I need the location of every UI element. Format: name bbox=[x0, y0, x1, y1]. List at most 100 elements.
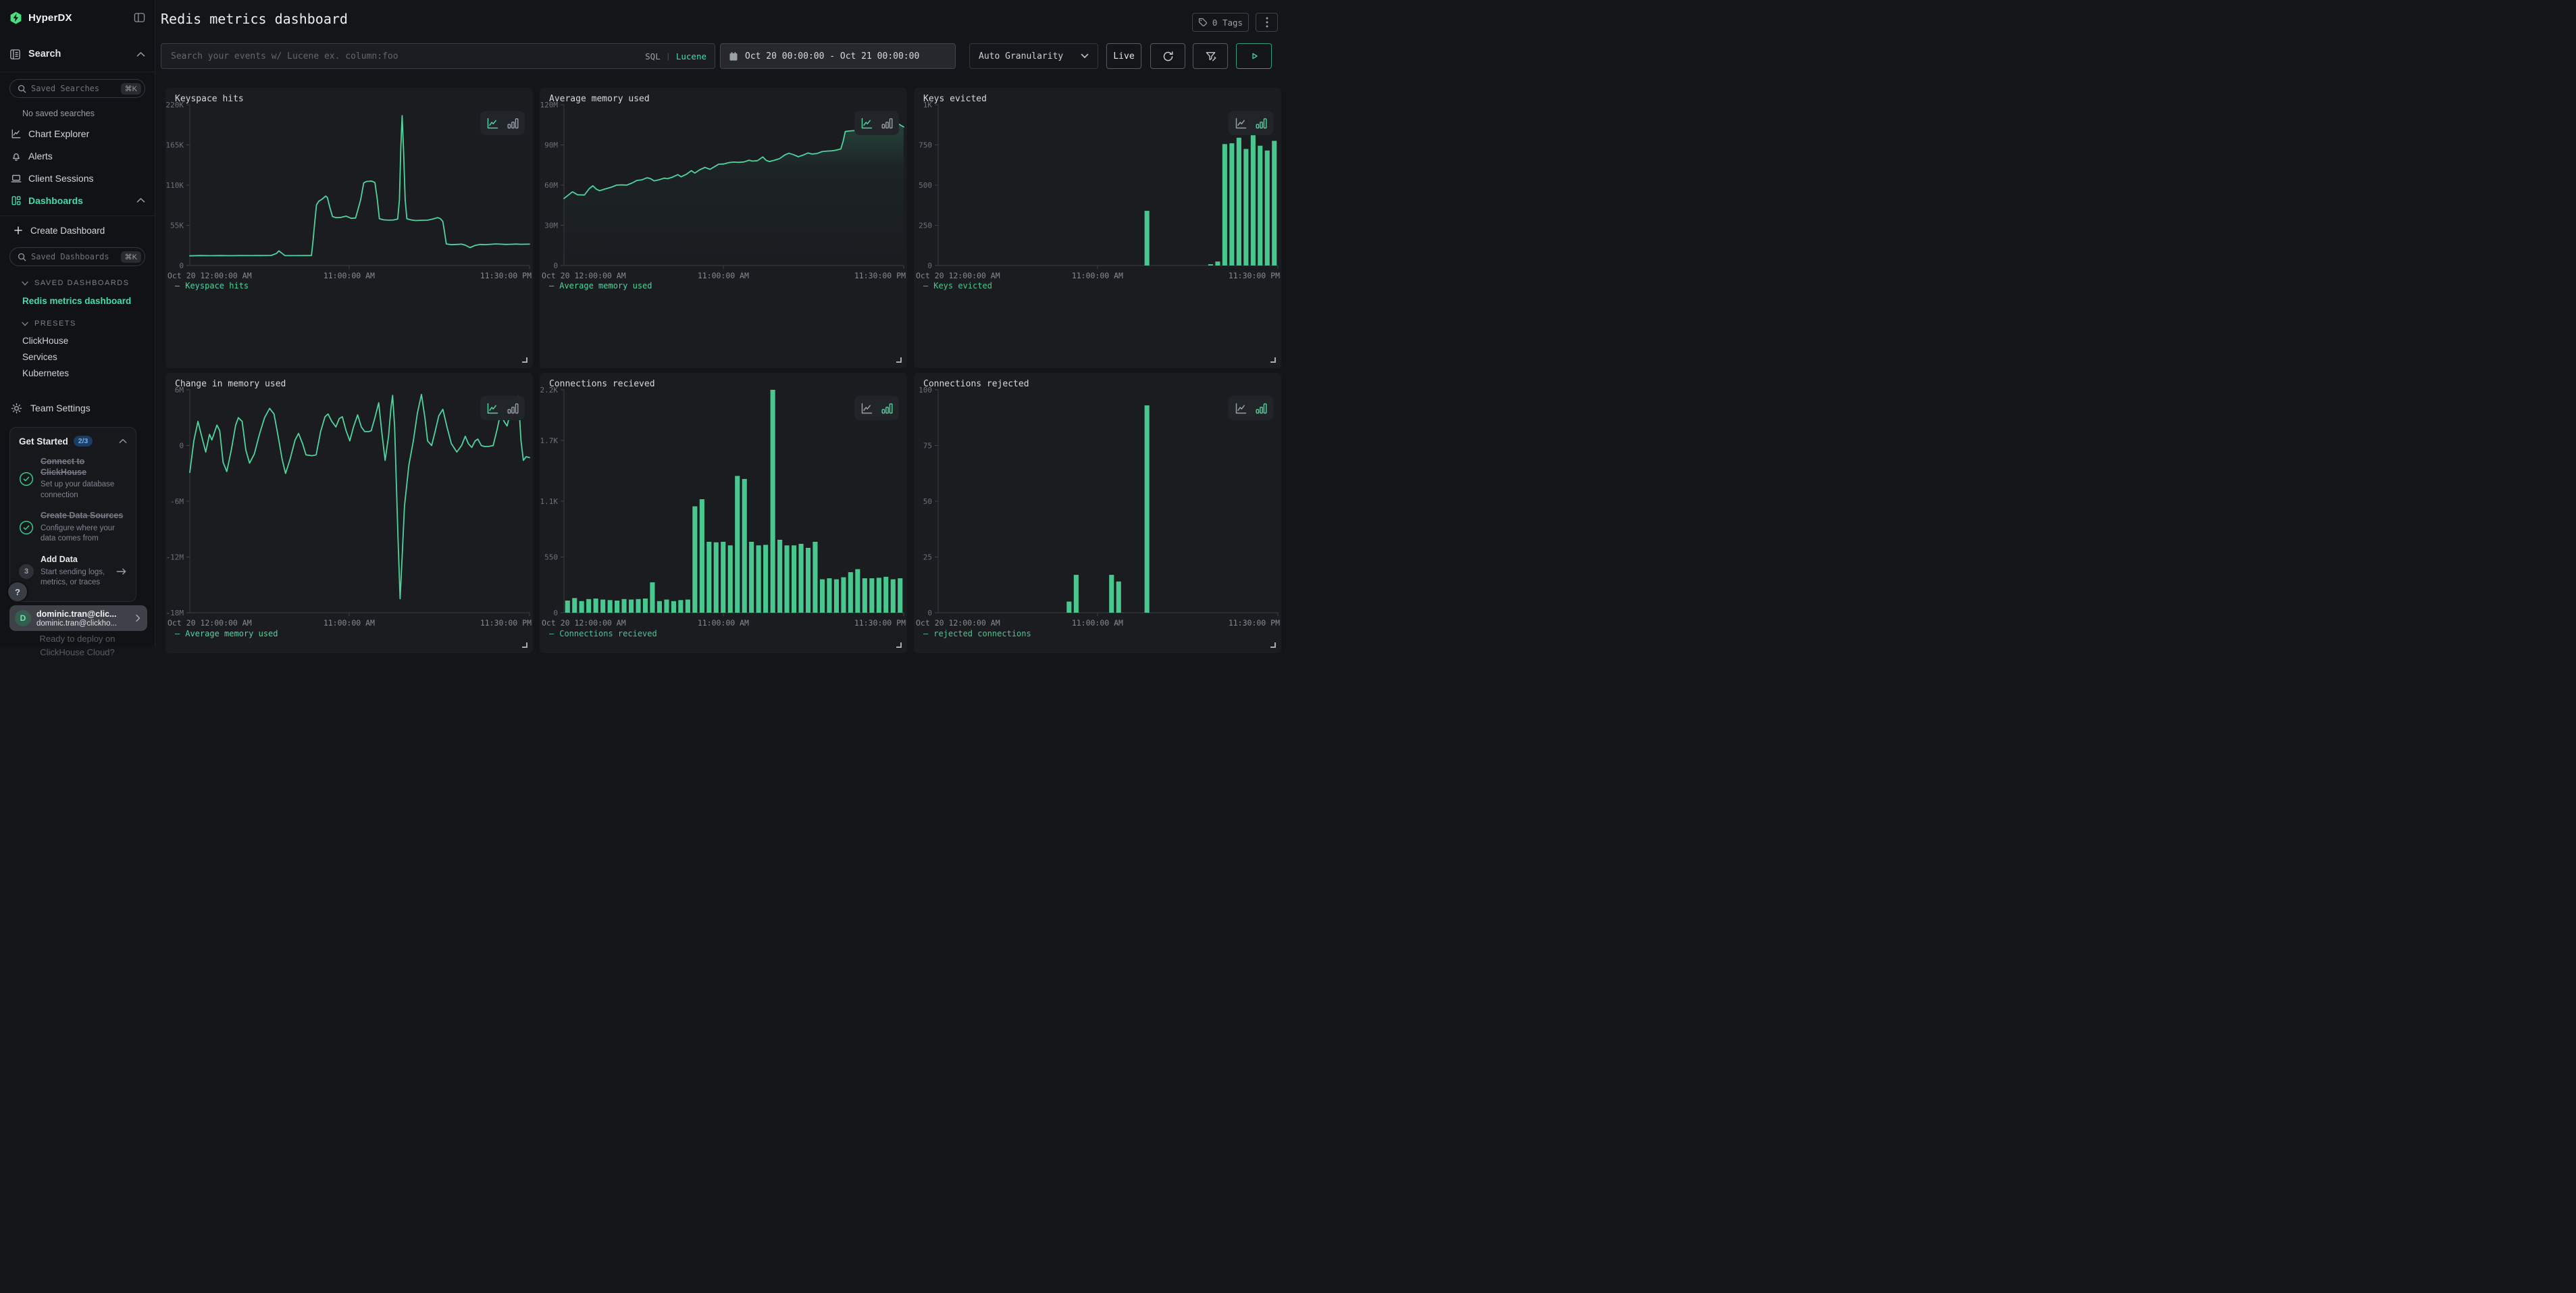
sidebar-item-chart-explorer[interactable]: Chart Explorer bbox=[0, 122, 155, 145]
preset-item-services[interactable]: Services bbox=[22, 349, 145, 365]
resize-handle[interactable] bbox=[521, 642, 527, 648]
svg-text:-18M: -18M bbox=[166, 609, 184, 617]
svg-text:11:00:00 AM: 11:00:00 AM bbox=[324, 618, 375, 628]
lucene-mode-toggle[interactable]: Lucene bbox=[676, 51, 706, 61]
filter-button[interactable] bbox=[1193, 43, 1228, 69]
bar-chart-icon[interactable] bbox=[507, 118, 519, 129]
line-chart-icon[interactable] bbox=[486, 117, 499, 130]
chart-type-toggle bbox=[854, 396, 899, 420]
sidebar: HyperDX Search Saved Searches ⌘K No save… bbox=[0, 0, 155, 646]
bar-chart-icon[interactable] bbox=[507, 403, 519, 414]
svg-text:120M: 120M bbox=[540, 101, 559, 109]
chevron-down-icon bbox=[1081, 53, 1089, 59]
granularity-select[interactable]: Auto Granularity bbox=[969, 43, 1098, 69]
chart-plot: 05501.1K1.7K2.2KOct 20 12:00:00 AM11:00:… bbox=[540, 384, 907, 638]
preset-item-clickhouse[interactable]: ClickHouse bbox=[22, 333, 145, 349]
refresh-button[interactable] bbox=[1150, 43, 1185, 69]
line-chart-icon[interactable] bbox=[860, 402, 873, 415]
chart-legend: —rejected connections bbox=[923, 629, 1031, 638]
create-dashboard-button[interactable]: Create Dashboard bbox=[0, 220, 155, 240]
chevron-up-icon[interactable] bbox=[119, 438, 127, 444]
svg-text:750: 750 bbox=[919, 141, 932, 150]
line-chart-icon[interactable] bbox=[1235, 117, 1247, 130]
svg-text:165K: 165K bbox=[166, 141, 184, 150]
presets-list: ClickHouse Services Kubernetes bbox=[0, 333, 155, 382]
page-title: Redis metrics dashboard bbox=[161, 11, 348, 27]
bar-chart-icon[interactable] bbox=[881, 118, 893, 129]
avatar: D bbox=[15, 610, 31, 626]
chevron-down-icon bbox=[22, 281, 28, 286]
nav-label: Chart Explorer bbox=[28, 128, 89, 139]
svg-text:50: 50 bbox=[923, 497, 932, 506]
arrow-right-icon[interactable] bbox=[116, 567, 127, 576]
clickhouse-cloud-promo: Ready to deploy on ClickHouse Cloud? bbox=[0, 632, 155, 659]
svg-text:Oct 20 12:00:00 AM: Oct 20 12:00:00 AM bbox=[542, 271, 626, 280]
sidebar-item-dashboards[interactable]: Dashboards bbox=[0, 189, 155, 211]
line-chart-icon[interactable] bbox=[860, 117, 873, 130]
panel-menu-button[interactable] bbox=[1256, 13, 1278, 32]
legend-swatch: — bbox=[923, 629, 928, 638]
chart-legend: —Keys evicted bbox=[923, 281, 992, 290]
legend-swatch: — bbox=[175, 281, 180, 290]
svg-text:11:30:00 PM: 11:30:00 PM bbox=[854, 271, 906, 280]
svg-text:1K: 1K bbox=[923, 101, 933, 109]
sidebar-collapse-icon[interactable] bbox=[134, 12, 145, 23]
time-range-picker[interactable]: Oct 20 00:00:00 - Oct 21 00:00:00 bbox=[720, 43, 956, 69]
chart-panel-keyspace-hits: Keyspace hits055K110K165K220KOct 20 12:0… bbox=[165, 88, 533, 368]
preset-item-kubernetes[interactable]: Kubernetes bbox=[22, 365, 145, 382]
chevron-up-icon[interactable] bbox=[136, 51, 145, 57]
task-create-data-sources[interactable]: Create Data Sources Configure where your… bbox=[19, 511, 127, 544]
live-button[interactable]: Live bbox=[1106, 43, 1141, 69]
svg-text:75: 75 bbox=[923, 442, 932, 451]
step-count-badge: 3 bbox=[19, 564, 34, 579]
sidebar-item-redis-dashboard[interactable]: Redis metrics dashboard bbox=[22, 295, 145, 307]
svg-text:6M: 6M bbox=[175, 386, 184, 395]
svg-text:220K: 220K bbox=[166, 101, 184, 109]
search-section-label: Search bbox=[28, 49, 61, 59]
bar-chart-icon[interactable] bbox=[1256, 403, 1267, 414]
tags-label: 0 Tags bbox=[1212, 18, 1243, 28]
sidebar-item-alerts[interactable]: Alerts bbox=[0, 145, 155, 167]
resize-handle[interactable] bbox=[521, 357, 527, 363]
svg-text:11:30:00 PM: 11:30:00 PM bbox=[1229, 271, 1280, 280]
saved-searches-input[interactable]: Saved Searches ⌘K bbox=[9, 79, 145, 98]
chevron-right-icon bbox=[134, 613, 142, 623]
sidebar-item-client-sessions[interactable]: Client Sessions bbox=[0, 167, 155, 189]
sidebar-item-team-settings[interactable]: Team Settings bbox=[0, 398, 155, 418]
saved-dashboards-header[interactable]: SAVED DASHBOARDS bbox=[22, 279, 145, 287]
events-search-input[interactable] bbox=[170, 51, 638, 62]
event-search-bar: SQL | Lucene bbox=[161, 43, 715, 69]
chevron-down-icon bbox=[22, 322, 28, 326]
bar-chart-icon[interactable] bbox=[881, 403, 893, 414]
chevron-up-icon[interactable] bbox=[136, 197, 145, 203]
saved-dashboards-input[interactable]: Saved Dashboards ⌘K bbox=[9, 247, 145, 266]
resize-handle[interactable] bbox=[896, 357, 902, 363]
line-chart-icon[interactable] bbox=[486, 402, 499, 415]
svg-text:0: 0 bbox=[927, 261, 932, 270]
sql-mode-toggle[interactable]: SQL bbox=[645, 51, 661, 61]
svg-text:55K: 55K bbox=[170, 222, 184, 230]
task-connect-clickhouse[interactable]: Connect to ClickHouse Set up your databa… bbox=[19, 457, 127, 501]
resize-handle[interactable] bbox=[896, 642, 902, 648]
nav-label: Dashboards bbox=[28, 195, 83, 206]
resize-handle[interactable] bbox=[1270, 642, 1276, 648]
user-name: dominic.tran@clic... bbox=[36, 609, 117, 619]
bar-chart-icon[interactable] bbox=[1256, 118, 1267, 129]
tags-button[interactable]: 0 Tags bbox=[1192, 13, 1249, 32]
sidebar-item-search[interactable]: Search bbox=[0, 42, 155, 66]
line-chart-icon[interactable] bbox=[1235, 402, 1247, 415]
presets-header[interactable]: PRESETS bbox=[22, 320, 145, 328]
time-range-value: Oct 20 00:00:00 - Oct 21 00:00:00 bbox=[745, 51, 919, 61]
resize-handle[interactable] bbox=[1270, 357, 1276, 363]
run-query-button[interactable] bbox=[1236, 43, 1272, 69]
svg-text:550: 550 bbox=[544, 553, 558, 562]
help-button[interactable]: ? bbox=[8, 582, 27, 601]
user-menu[interactable]: D dominic.tran@clic... dominic.tran@clic… bbox=[9, 605, 147, 631]
svg-text:11:30:00 PM: 11:30:00 PM bbox=[480, 618, 532, 628]
plus-icon bbox=[14, 226, 22, 234]
chart-type-toggle bbox=[480, 396, 525, 420]
chart-type-toggle bbox=[1229, 396, 1273, 420]
svg-text:0: 0 bbox=[553, 261, 558, 270]
svg-text:2.2K: 2.2K bbox=[540, 386, 559, 395]
task-add-data[interactable]: 3 Add Data Start sending logs, metrics, … bbox=[19, 555, 127, 588]
